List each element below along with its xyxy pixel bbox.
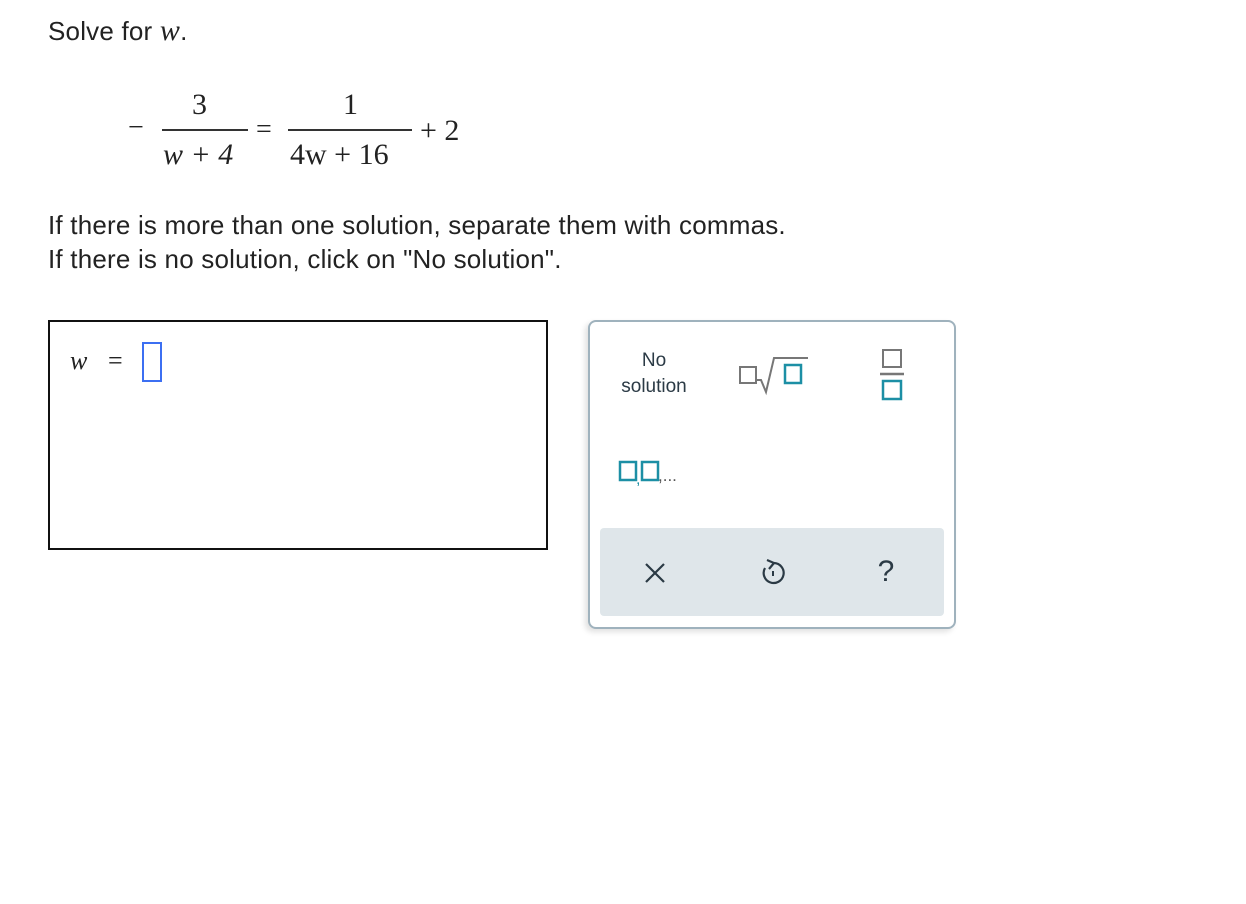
instruction-line-1: If there is more than one solution, sepa… <box>48 210 786 240</box>
math-palette: No solution , ,... ? <box>588 320 956 629</box>
nth-root-icon <box>736 357 812 400</box>
help-question-icon: ? <box>877 555 895 588</box>
clear-x-icon <box>634 550 678 594</box>
lhs-numerator: 3 <box>192 88 207 121</box>
rhs-numerator: 1 <box>343 88 358 121</box>
no-solution-label-line1: No <box>641 350 667 371</box>
clear-button[interactable] <box>634 550 678 594</box>
list-suffix: ,... <box>658 466 677 485</box>
rhs-addend: + 2 <box>420 114 460 147</box>
lhs-minus-sign: − <box>128 112 144 143</box>
nth-root-button[interactable] <box>736 352 812 396</box>
list-button[interactable]: , ,... <box>616 454 696 490</box>
lhs-denominator: w + 4 <box>163 138 234 171</box>
undo-icon <box>750 550 794 594</box>
rhs-fraction-bar <box>288 129 412 131</box>
answer-input-slot[interactable] <box>142 342 162 382</box>
no-solution-label-line2: solution <box>621 376 687 397</box>
lhs-fraction-bar <box>162 129 248 131</box>
fraction-icon <box>878 349 908 408</box>
help-button[interactable]: ? <box>864 550 908 594</box>
equation: − 3 w + 4 = 1 4w + 16 + 2 <box>0 0 600 190</box>
instructions: If there is more than one solution, sepa… <box>48 208 786 276</box>
rhs-denominator: 4w + 16 <box>290 138 389 171</box>
no-solution-button[interactable]: No solution <box>610 348 698 400</box>
answer-input-area[interactable]: w = <box>48 320 548 550</box>
answer-equals-sign: = <box>108 346 123 375</box>
list-icon: , ,... <box>616 460 696 494</box>
equals-sign: = <box>256 114 272 145</box>
instruction-line-2: If there is no solution, click on "No so… <box>48 244 562 274</box>
undo-button[interactable] <box>750 550 794 594</box>
svg-text:,: , <box>636 471 640 488</box>
answer-variable: w <box>70 346 88 375</box>
palette-toolbar: ? <box>600 528 944 616</box>
fraction-button[interactable] <box>878 346 908 404</box>
